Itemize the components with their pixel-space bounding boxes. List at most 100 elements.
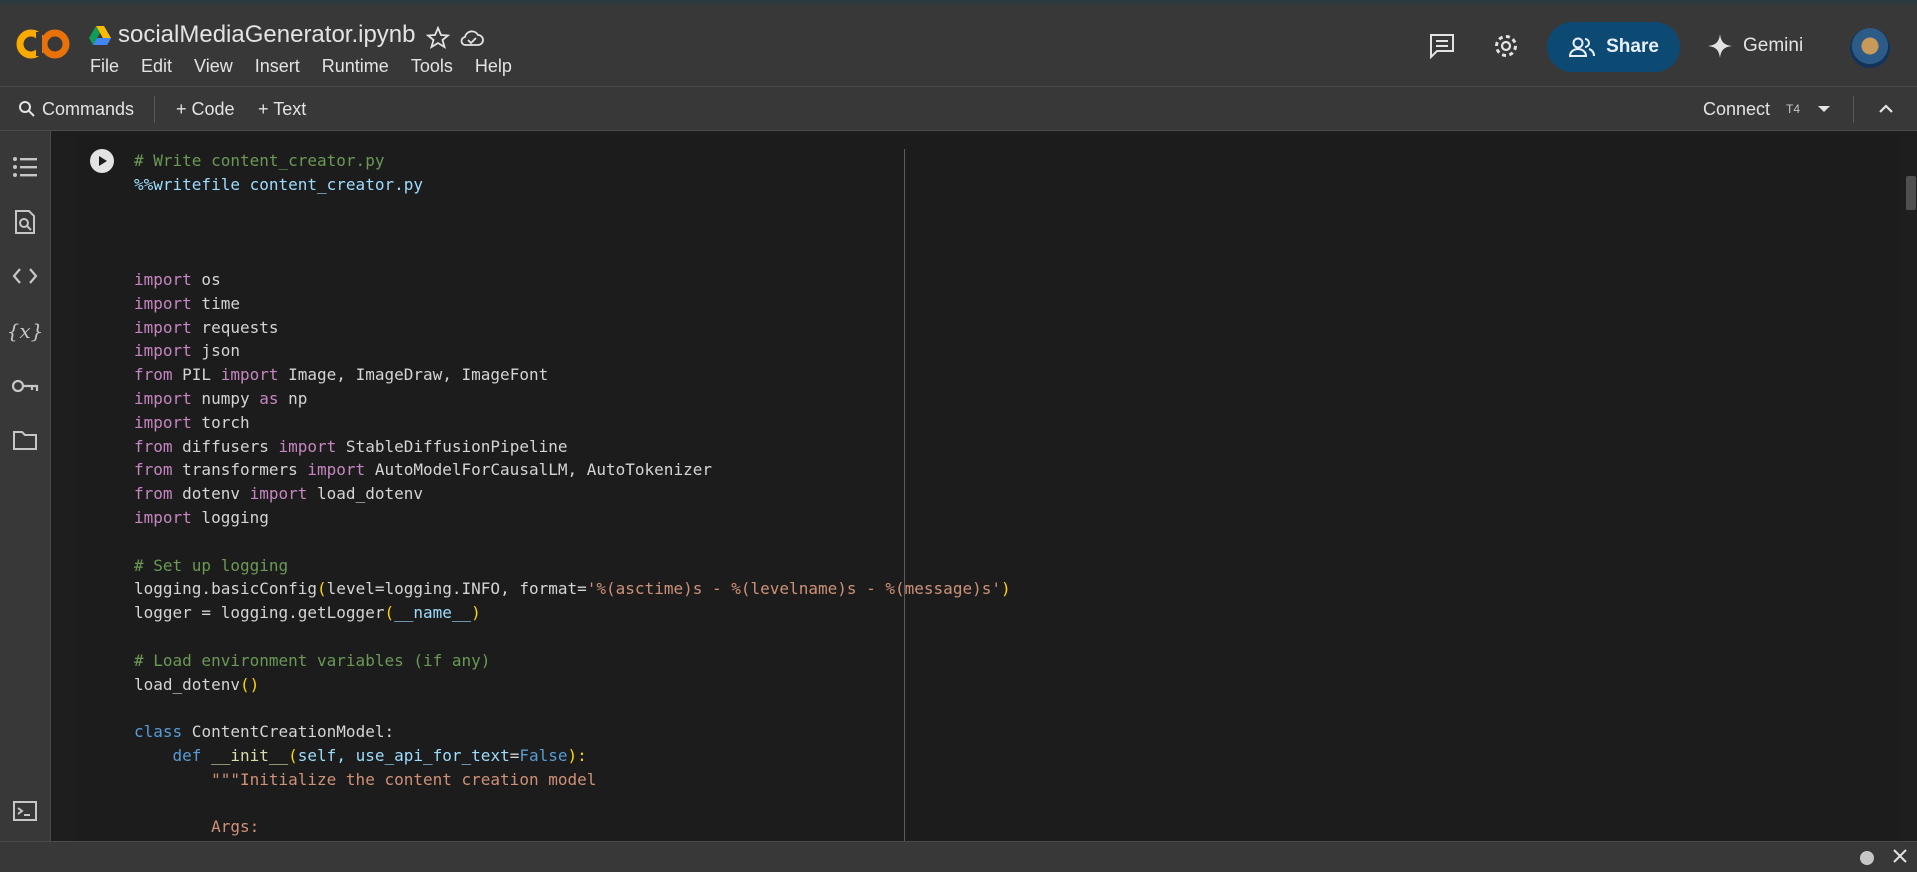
code-token: import bbox=[134, 317, 192, 337]
menu-help[interactable]: Help bbox=[475, 56, 512, 77]
code-token: import bbox=[134, 269, 192, 289]
code-line: import requests bbox=[134, 316, 1011, 340]
status-bar bbox=[0, 841, 1917, 872]
add-code-button[interactable]: + Code bbox=[176, 87, 235, 131]
code-token: ( bbox=[317, 579, 327, 599]
comments-icon[interactable] bbox=[1426, 30, 1458, 62]
play-icon bbox=[99, 156, 107, 166]
find-replace-icon[interactable] bbox=[11, 208, 39, 236]
code-token: __name__ bbox=[394, 603, 472, 623]
code-token: from bbox=[134, 460, 173, 480]
secrets-key-icon[interactable] bbox=[11, 372, 39, 400]
menu-file[interactable]: File bbox=[90, 56, 119, 77]
connect-button[interactable]: Connect T4 bbox=[1703, 87, 1800, 131]
code-token: ) bbox=[1000, 579, 1011, 599]
add-text-button[interactable]: + Text bbox=[258, 87, 306, 131]
code-snippets-icon[interactable] bbox=[11, 262, 39, 290]
code-line: logger = logging.getLogger(__name__) bbox=[134, 601, 1011, 625]
settings-gear-icon[interactable] bbox=[1490, 30, 1522, 62]
menu-bar: File Edit View Insert Runtime Tools Help bbox=[90, 56, 534, 77]
code-token: logger = logging.getLogger bbox=[134, 603, 385, 623]
code-token: load_dotenv bbox=[134, 674, 240, 694]
cloud-saved-icon[interactable] bbox=[458, 24, 486, 52]
code-line: Args: bbox=[134, 815, 1011, 839]
code-token: PIL bbox=[172, 365, 221, 385]
table-of-contents-icon[interactable] bbox=[11, 153, 39, 181]
menu-view[interactable]: View bbox=[194, 56, 233, 77]
gemini-sparkle-icon bbox=[1708, 34, 1732, 58]
code-line: from diffusers import StableDiffusionPip… bbox=[134, 435, 1011, 459]
code-token: ): bbox=[567, 745, 587, 765]
code-token: load_dotenv bbox=[307, 484, 423, 504]
code-line: # Load environment variables (if any) bbox=[134, 649, 1011, 673]
toolbar-divider bbox=[154, 96, 155, 123]
commands-button[interactable]: Commands bbox=[18, 87, 134, 131]
share-label: Share bbox=[1606, 36, 1659, 57]
share-button[interactable]: Share bbox=[1547, 22, 1680, 72]
code-token: __init__ bbox=[201, 745, 289, 765]
files-folder-icon[interactable] bbox=[11, 426, 39, 454]
code-token: import bbox=[249, 484, 308, 504]
notebook-title[interactable]: socialMediaGenerator.ipynb bbox=[118, 21, 416, 49]
code-token: () bbox=[239, 674, 260, 694]
code-token: import bbox=[134, 507, 192, 527]
code-token: class bbox=[134, 722, 183, 742]
close-icon[interactable] bbox=[1890, 846, 1910, 866]
code-token: logging bbox=[191, 507, 269, 527]
code-line: from transformers import AutoModelForCau… bbox=[134, 458, 1011, 482]
code-editor[interactable]: # Write content_creator.py %%writefile co… bbox=[134, 149, 1011, 839]
gemini-button[interactable]: Gemini bbox=[1707, 26, 1803, 66]
code-token: ) bbox=[471, 603, 481, 623]
code-line: load_dotenv() bbox=[134, 673, 1011, 697]
code-token: ( bbox=[288, 745, 298, 765]
code-token: import bbox=[220, 365, 279, 385]
terminal-icon[interactable] bbox=[11, 797, 39, 825]
notebook-toolbar: Commands + Code + Text Connect T4 bbox=[0, 86, 1917, 131]
code-token: # Load environment variables (if any) bbox=[134, 650, 491, 670]
code-token: import bbox=[134, 341, 192, 361]
code-line: import torch bbox=[134, 411, 1011, 435]
menu-insert[interactable]: Insert bbox=[255, 56, 300, 77]
code-token: from bbox=[134, 436, 173, 456]
code-token: time bbox=[191, 293, 240, 313]
star-icon[interactable] bbox=[424, 24, 452, 52]
runtime-type-badge: T4 bbox=[1786, 102, 1801, 116]
code-token: as bbox=[259, 388, 279, 408]
add-text-label: + Text bbox=[258, 98, 307, 119]
vertical-scrollbar[interactable] bbox=[1906, 176, 1916, 210]
variables-icon[interactable]: {x} bbox=[7, 317, 44, 345]
collapse-toolbar-button[interactable] bbox=[1877, 87, 1895, 131]
google-drive-icon[interactable] bbox=[89, 26, 111, 46]
connect-dropdown[interactable] bbox=[1816, 87, 1832, 131]
connect-label: Connect bbox=[1703, 98, 1771, 119]
code-token: import bbox=[278, 436, 337, 456]
code-token: %%writefile content_creator.py bbox=[134, 174, 423, 194]
code-token: os bbox=[191, 269, 221, 289]
code-line: import logging bbox=[134, 506, 1011, 530]
menu-edit[interactable]: Edit bbox=[141, 56, 172, 77]
code-token: level=logging.INFO, format= bbox=[326, 579, 587, 599]
code-token: False bbox=[519, 745, 568, 765]
code-token: dotenv bbox=[172, 484, 250, 504]
code-token: Args: bbox=[211, 817, 260, 837]
colab-logo-icon[interactable] bbox=[16, 24, 72, 64]
code-token: import bbox=[134, 412, 192, 432]
commands-label: Commands bbox=[42, 98, 135, 119]
chevron-up-icon bbox=[1879, 104, 1893, 113]
caret-down-icon bbox=[1818, 106, 1830, 112]
run-cell-button[interactable] bbox=[90, 149, 114, 173]
code-line: from dotenv import load_dotenv bbox=[134, 482, 1011, 506]
menu-runtime[interactable]: Runtime bbox=[322, 56, 389, 77]
code-token: import bbox=[134, 388, 192, 408]
menu-tools[interactable]: Tools bbox=[411, 56, 453, 77]
user-avatar[interactable] bbox=[1850, 28, 1890, 68]
runtime-status-dot[interactable] bbox=[1860, 851, 1874, 865]
add-code-label: + Code bbox=[176, 98, 235, 119]
code-token: import bbox=[134, 293, 192, 313]
